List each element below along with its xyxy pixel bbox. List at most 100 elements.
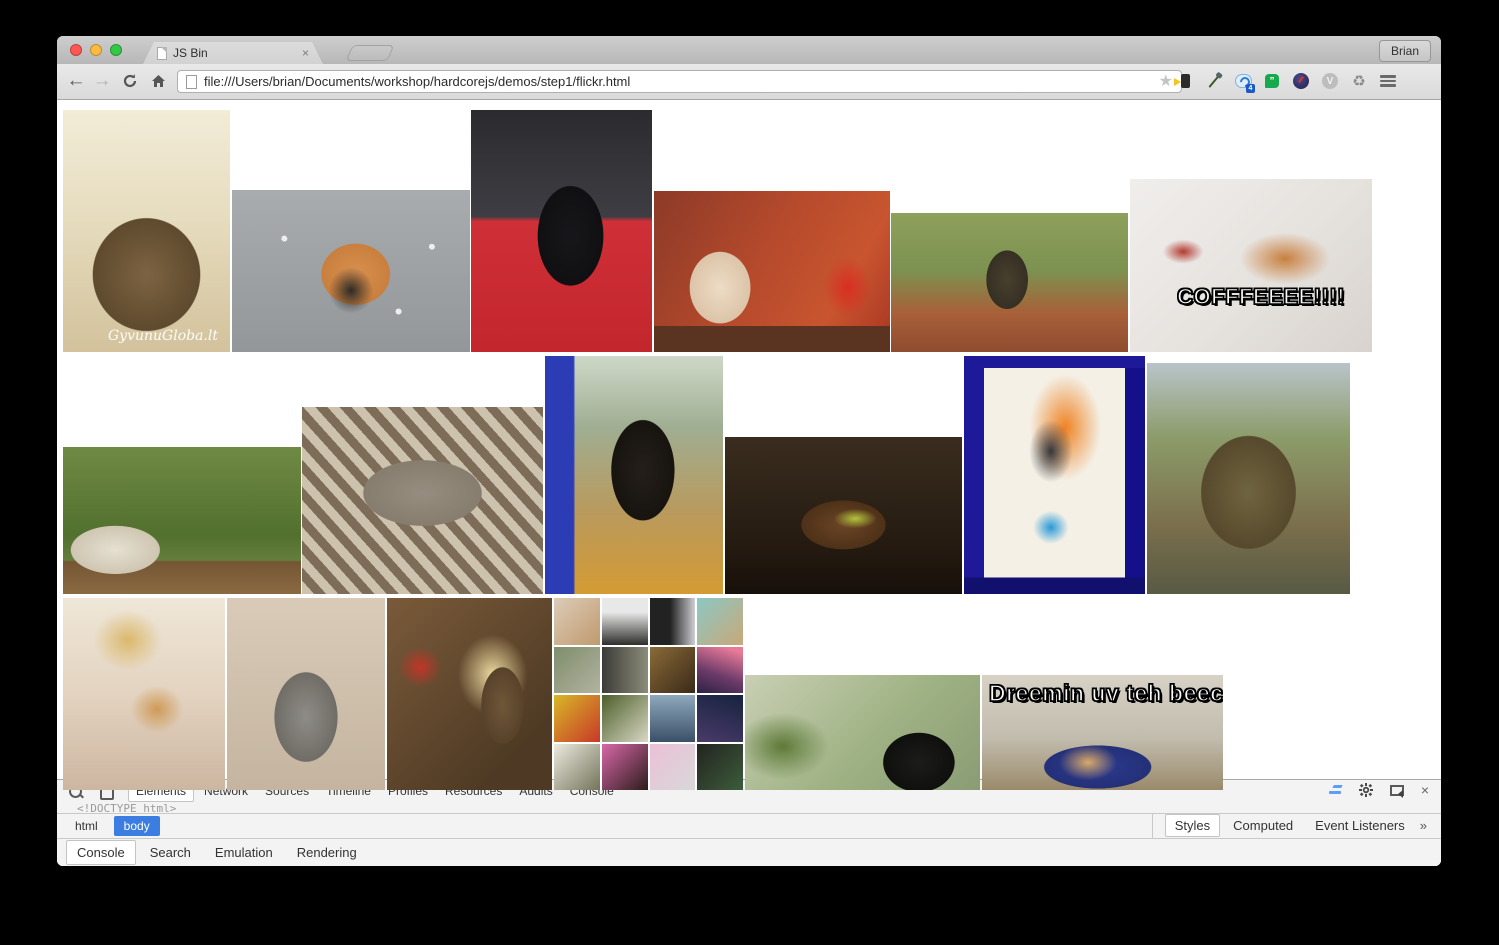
photo-thumbnail-montage bbox=[554, 598, 743, 790]
reload-button[interactable] bbox=[117, 68, 143, 94]
recycle-icon[interactable]: ♻ bbox=[1350, 72, 1368, 90]
eyedropper-icon[interactable] bbox=[1205, 72, 1223, 90]
dock-position-icon[interactable] bbox=[1390, 785, 1404, 796]
drawer-tab-bar: Console Search Emulation Rendering bbox=[57, 838, 1441, 865]
call-badge: 4 bbox=[1246, 84, 1255, 93]
console-drawer-icon[interactable] bbox=[1327, 785, 1342, 796]
photo-bench-cat bbox=[63, 447, 301, 594]
drawer-tab-console[interactable]: Console bbox=[66, 840, 136, 865]
photo-image bbox=[227, 598, 385, 790]
montage-cell bbox=[554, 695, 600, 742]
photo-white-cat-kiosk bbox=[654, 191, 890, 352]
photo-dachshund-window bbox=[545, 356, 723, 594]
home-icon bbox=[150, 73, 167, 89]
photo-tabby-roof-cat bbox=[891, 213, 1128, 352]
sidebar-tab-event-listeners[interactable]: Event Listeners bbox=[1306, 815, 1414, 836]
photo-image bbox=[745, 675, 980, 790]
photo-cats-sleeping-pavement bbox=[232, 190, 470, 352]
page-icon bbox=[186, 75, 197, 89]
montage-cell bbox=[602, 744, 648, 791]
photo-tabby-closeup bbox=[1147, 363, 1350, 594]
sidebar-more-chevron[interactable]: » bbox=[1420, 818, 1427, 833]
photo-image bbox=[725, 437, 962, 594]
browser-toolbar: ← → file:///Users/brian/Documents/worksh… bbox=[57, 64, 1441, 100]
photo-fluffy-tabby-portrait: GyvunuGloba.lt bbox=[63, 110, 230, 352]
send-to-phone-icon[interactable] bbox=[1176, 72, 1194, 90]
sidebar-tab-bar: Styles Computed Event Listeners » bbox=[1161, 813, 1441, 838]
sidebar-divider bbox=[1152, 813, 1153, 838]
settings-gear-icon[interactable] bbox=[1359, 783, 1373, 797]
photo-image bbox=[1147, 363, 1350, 594]
photo-coffee-meme-cat: COFFFEEEE!!!! bbox=[1130, 179, 1372, 352]
photo-image bbox=[63, 110, 230, 352]
photo-image bbox=[232, 190, 470, 352]
sidebar-tab-styles[interactable]: Styles bbox=[1165, 814, 1220, 837]
speedometer-icon[interactable] bbox=[1292, 72, 1310, 90]
photo-image bbox=[471, 110, 652, 352]
meme-caption: Dreemin uv teh beech bbox=[989, 680, 1223, 707]
montage-cell bbox=[650, 744, 696, 791]
devtools-toolbar-icons: × bbox=[1327, 783, 1429, 797]
home-button[interactable] bbox=[145, 68, 171, 94]
title-bar: JS Bin × Brian bbox=[57, 36, 1441, 65]
photo-image bbox=[891, 213, 1128, 352]
montage-cell bbox=[602, 598, 648, 645]
photo-dreemin-meme: Dreemin uv teh beech bbox=[982, 675, 1223, 790]
photo-image bbox=[63, 447, 301, 594]
back-button[interactable]: ← bbox=[63, 68, 89, 94]
sidebar-tab-computed[interactable]: Computed bbox=[1224, 815, 1302, 836]
montage-cell bbox=[602, 647, 648, 694]
montage-cell bbox=[650, 695, 696, 742]
vimeo-icon[interactable]: V bbox=[1321, 72, 1339, 90]
montage-cell bbox=[650, 598, 696, 645]
montage-cell bbox=[697, 744, 743, 791]
profile-button[interactable]: Brian bbox=[1379, 40, 1431, 62]
montage-cell bbox=[554, 744, 600, 791]
drawer-tab-rendering[interactable]: Rendering bbox=[287, 841, 367, 864]
photo-image bbox=[63, 598, 225, 790]
call-bubble-icon[interactable]: 4 bbox=[1234, 72, 1252, 90]
browser-tab[interactable]: JS Bin × bbox=[143, 42, 323, 64]
forward-button: → bbox=[89, 68, 115, 94]
bookmark-star-icon[interactable]: ★ bbox=[1159, 74, 1173, 90]
url-bar[interactable]: file:///Users/brian/Documents/workshop/h… bbox=[177, 70, 1182, 93]
breadcrumb-body[interactable]: body bbox=[114, 816, 160, 836]
photo-superhero-cat-drawing bbox=[964, 356, 1145, 594]
url-text[interactable]: file:///Users/brian/Documents/workshop/h… bbox=[204, 74, 1152, 89]
photo-image bbox=[387, 598, 552, 790]
devtools-close-icon[interactable]: × bbox=[1421, 783, 1429, 797]
montage-grid bbox=[554, 598, 743, 790]
photo-girl-with-puppy bbox=[63, 598, 225, 790]
photo-image bbox=[1130, 179, 1372, 352]
montage-cell bbox=[697, 695, 743, 742]
page-content: GyvunuGloba.lt COFFFEEEE!!!! bbox=[57, 100, 1441, 866]
photo-image bbox=[964, 356, 1145, 594]
zoom-window-button[interactable] bbox=[110, 44, 122, 56]
hangouts-icon[interactable]: ” bbox=[1263, 72, 1281, 90]
photo-image bbox=[302, 407, 543, 594]
tab-close-icon[interactable]: × bbox=[302, 47, 309, 59]
photo-image bbox=[545, 356, 723, 594]
photo-tortie-couch-cat bbox=[725, 437, 962, 594]
minimize-window-button[interactable] bbox=[90, 44, 102, 56]
photo-gray-tabby-sitting bbox=[227, 598, 385, 790]
photo-watermark: GyvunuGloba.lt bbox=[108, 328, 218, 344]
close-window-button[interactable] bbox=[70, 44, 82, 56]
montage-cell bbox=[554, 647, 600, 694]
drawer-tab-emulation[interactable]: Emulation bbox=[205, 841, 283, 864]
drawer-tab-search[interactable]: Search bbox=[140, 841, 201, 864]
montage-cell bbox=[554, 598, 600, 645]
photo-tuxedo-wall-cat bbox=[745, 675, 980, 790]
dom-snippet: <!DOCTYPE html> bbox=[77, 802, 176, 813]
montage-cell bbox=[650, 647, 696, 694]
tab-title: JS Bin bbox=[173, 46, 302, 60]
montage-cell bbox=[602, 695, 648, 742]
extensions-row: 4 ” V ♻ bbox=[1176, 68, 1397, 94]
menu-icon[interactable] bbox=[1379, 72, 1397, 90]
browser-window: JS Bin × Brian ← → file:///Users/brian/D… bbox=[57, 36, 1441, 866]
page-icon bbox=[157, 47, 167, 60]
breadcrumb-html[interactable]: html bbox=[69, 816, 104, 836]
reload-icon bbox=[122, 73, 138, 89]
new-tab-button[interactable] bbox=[345, 45, 394, 61]
meme-caption: COFFFEEEE!!!! bbox=[1177, 284, 1345, 310]
